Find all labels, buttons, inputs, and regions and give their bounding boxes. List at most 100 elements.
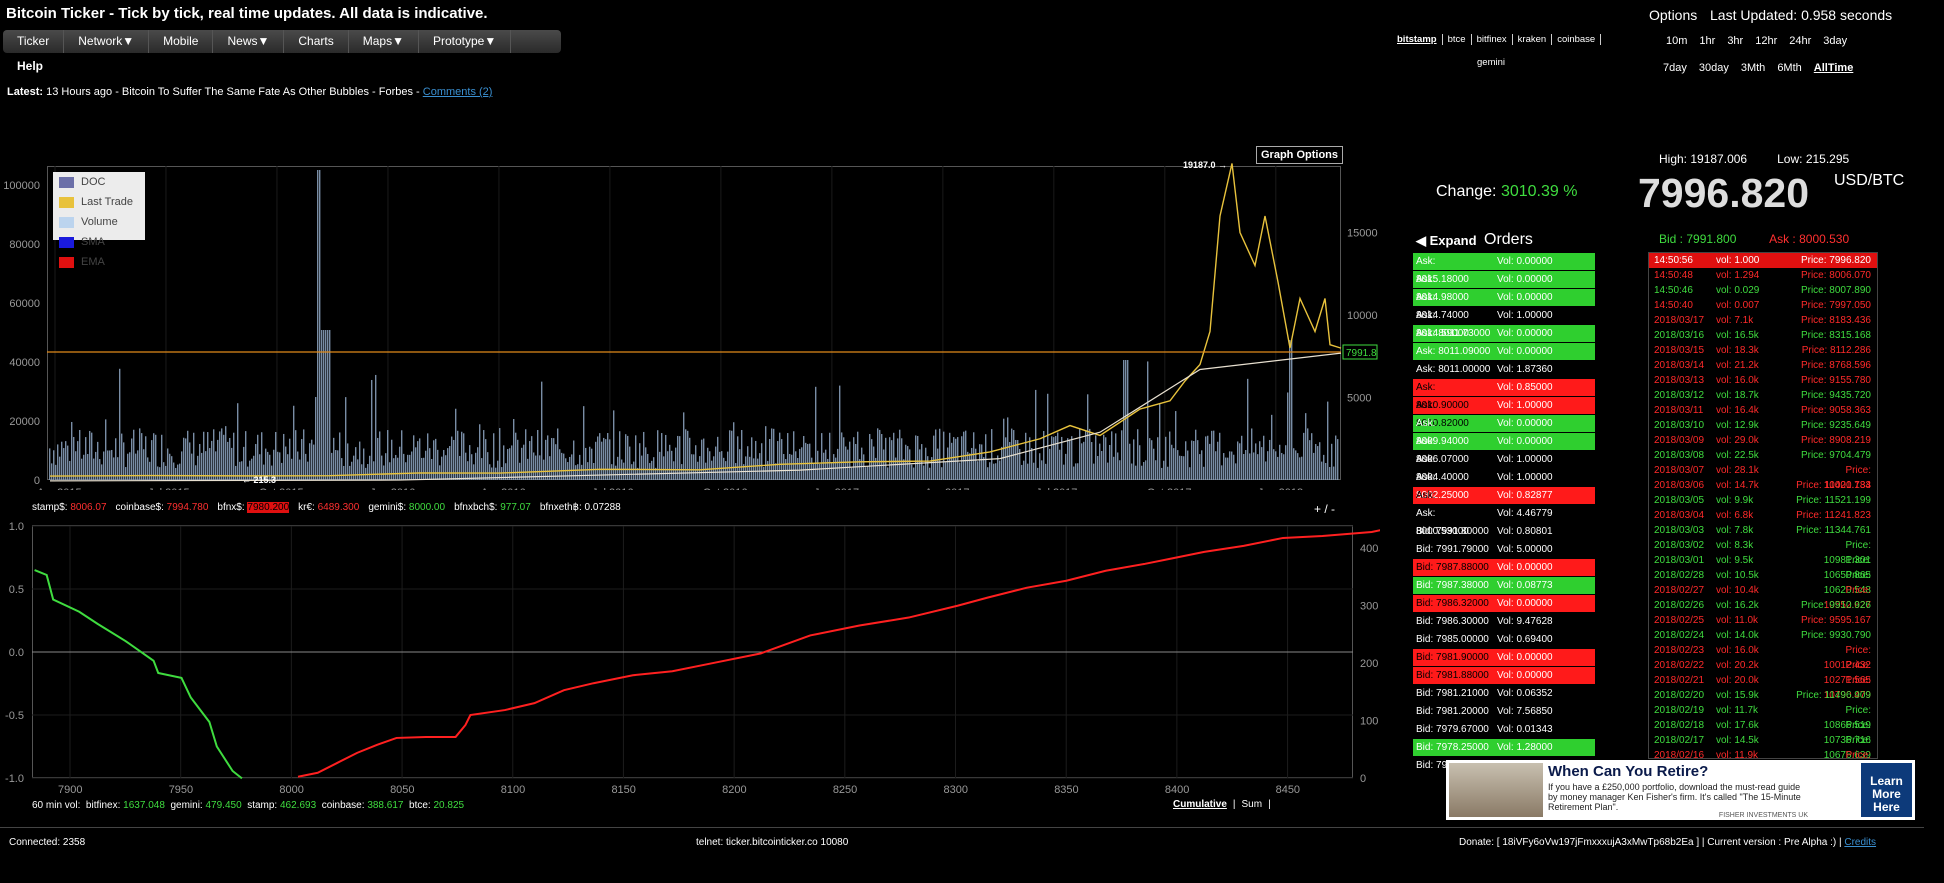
- depth-y-left-tick-label: -1.0: [5, 773, 24, 785]
- y-left-tick-label: 100000: [3, 180, 40, 192]
- volume-bar: [121, 433, 123, 480]
- volume-bar: [1313, 452, 1315, 480]
- legend-ema[interactable]: EMA: [53, 252, 145, 272]
- range-12hr[interactable]: 12hr: [1755, 35, 1777, 47]
- volume-bar: [647, 453, 649, 480]
- mode-sum[interactable]: Sum: [1242, 799, 1263, 810]
- volume-bar: [185, 438, 187, 480]
- nav-help[interactable]: Help: [17, 59, 43, 73]
- volume-bar: [969, 453, 971, 480]
- volume-bar: [817, 450, 819, 480]
- vol60-coinbase-label: coinbase:: [321, 800, 365, 811]
- expand-button[interactable]: ◀ Expand: [1416, 233, 1477, 249]
- volume-bar: [897, 438, 899, 480]
- volume-bar: [233, 432, 235, 480]
- volume-bar: [711, 460, 713, 480]
- price-chart[interactable]: Apr 2015 Jul 2015 Oct 2015 Jan 2016 Apr 2016…: [0, 160, 1380, 490]
- volume-bar: [1251, 428, 1253, 480]
- volume-bar: [887, 467, 889, 480]
- volume-bar: [689, 437, 691, 480]
- volume-bar: [1079, 428, 1081, 480]
- range-1hr[interactable]: 1hr: [1699, 35, 1715, 47]
- nav-network[interactable]: Network▼: [64, 30, 150, 53]
- volume-bar: [85, 437, 87, 480]
- volume-bar: [825, 449, 827, 480]
- volume-bar: [1045, 463, 1047, 480]
- volume-bar: [809, 443, 811, 480]
- graph-options-button[interactable]: Graph Options: [1256, 146, 1343, 164]
- volume-bar: [57, 444, 59, 480]
- volume-bar: [115, 438, 117, 480]
- zoom-plus-minus[interactable]: + / -: [1314, 502, 1335, 516]
- exchange-coinbase[interactable]: coinbase: [1552, 34, 1602, 45]
- volume-bar: [615, 465, 617, 480]
- volume-bar: [1153, 448, 1155, 480]
- nav-ticker[interactable]: Ticker: [3, 30, 65, 53]
- ad-headline: When Can You Retire?: [1548, 763, 1709, 780]
- nav-mobile[interactable]: Mobile: [149, 30, 214, 53]
- range-3hr[interactable]: 3hr: [1727, 35, 1743, 47]
- legend-sma[interactable]: SMA: [53, 232, 145, 252]
- range-6mth[interactable]: 6Mth: [1777, 62, 1801, 74]
- volume-bar: [211, 440, 213, 480]
- volume-bar: [849, 441, 851, 480]
- volume-bar: [369, 455, 371, 480]
- volume-bar: [1141, 465, 1143, 480]
- legend-last-trade[interactable]: Last Trade: [53, 192, 145, 212]
- volume-bar: [631, 464, 633, 480]
- volume-bar: [583, 406, 585, 480]
- volume-bar: [1261, 447, 1263, 480]
- volume-bar: [385, 453, 387, 480]
- volume-bar: [977, 461, 979, 480]
- order-book-row: Ask: 8015.18000 Vol: 0.00000: [1413, 253, 1595, 285]
- credits-link[interactable]: Credits: [1844, 837, 1876, 848]
- trade-row: 2018/02/24 vol: 14.0k Price: 9930.790: [1654, 630, 1871, 641]
- volume-bar: [223, 434, 225, 480]
- high-low: High: 19187.006 Low: 215.295: [1659, 152, 1849, 166]
- volume-bar: [291, 458, 293, 480]
- volume-bar: [177, 464, 179, 480]
- volume-bar: [1099, 443, 1101, 480]
- trade-row: 2018/03/06 vol: 14.7k Price: 11021.734: [1654, 480, 1871, 491]
- ad-close-icon[interactable]: ▷✕: [1894, 761, 1913, 775]
- page-title: Bitcoin Ticker - Tick by tick, real time…: [6, 5, 488, 22]
- order-book-row: Ask: 8009.94000 Vol: 0.00000: [1413, 415, 1595, 447]
- range-10m[interactable]: 10m: [1666, 35, 1687, 47]
- volume-bar: [151, 440, 153, 480]
- range-3day[interactable]: 3day: [1823, 35, 1847, 47]
- nav-maps[interactable]: Maps▼: [349, 30, 419, 53]
- comments-link[interactable]: Comments (2): [423, 86, 493, 98]
- volume-bar: [1269, 439, 1271, 480]
- volume-bar: [445, 455, 447, 480]
- exchange-gemini[interactable]: gemini: [1477, 57, 1505, 68]
- exchange-bitstamp[interactable]: bitstamp: [1392, 34, 1443, 45]
- order-book-row: Bid: 7986.30000 Vol: 9.47628: [1413, 613, 1595, 631]
- options-link[interactable]: Options: [1649, 7, 1697, 23]
- depth-chart[interactable]: 7900 7950 8000 8050 8100 8150 8200 8250 8300 8350…: [0, 518, 1380, 798]
- advertisement[interactable]: When Can You Retire? If you have a £250,…: [1446, 760, 1915, 820]
- exchange-bitfinex[interactable]: bitfinex: [1472, 34, 1513, 45]
- exchange-btce[interactable]: btce: [1443, 34, 1472, 45]
- volume-bar: [245, 431, 247, 480]
- exchange-kraken[interactable]: kraken: [1513, 34, 1553, 45]
- nav-news[interactable]: News▼: [213, 30, 285, 53]
- range-24hr[interactable]: 24hr: [1789, 35, 1811, 47]
- volume-bar: [1039, 453, 1041, 480]
- price-coinbase: coinbase$: 7994.780: [115, 502, 209, 513]
- mode-cumulative[interactable]: Cumulative: [1173, 799, 1227, 810]
- range-7day[interactable]: 7day: [1663, 62, 1687, 74]
- volume-bar: [283, 433, 285, 480]
- vol60-gemini-label: gemini:: [170, 800, 203, 811]
- range-3mth[interactable]: 3Mth: [1741, 62, 1765, 74]
- nav-charts[interactable]: Charts: [284, 30, 349, 53]
- legend-doc[interactable]: DOC: [53, 172, 145, 192]
- volume-bar: [315, 396, 317, 480]
- range-alltime[interactable]: AllTime: [1814, 62, 1854, 74]
- nav-prototype[interactable]: Prototype▼: [419, 30, 512, 53]
- volume-bar: [853, 437, 855, 480]
- volume-bar: [221, 428, 223, 480]
- range-30day[interactable]: 30day: [1699, 62, 1729, 74]
- volume-bar: [357, 459, 359, 480]
- legend-volume[interactable]: Volume: [53, 212, 145, 232]
- volume-bar: [727, 451, 729, 480]
